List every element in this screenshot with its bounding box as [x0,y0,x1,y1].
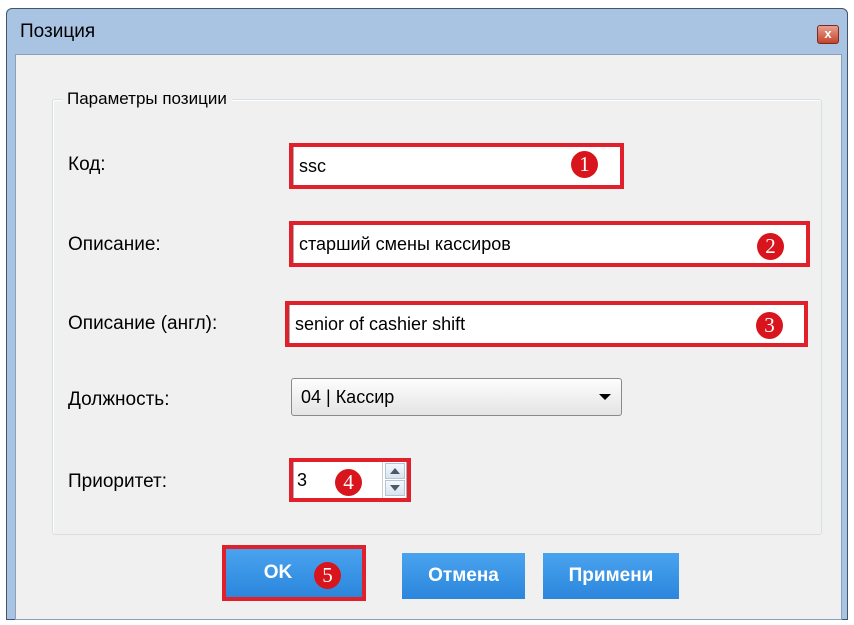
window-title: Позиция [20,21,96,42]
chevron-down-icon[interactable] [599,394,611,400]
callout-badge-4: 4 [335,469,362,496]
priority-label: Приоритет: [68,471,167,492]
position-select-value: 04 | Кассир [301,386,395,407]
callout-badge-2: 2 [757,233,784,260]
apply-button[interactable]: Примени [543,553,679,599]
description-highlight [289,221,810,267]
description-en-highlight [285,301,808,347]
description-label: Описание: [68,234,161,255]
code-label: Код: [68,154,106,175]
group-title: Параметры позиции [62,89,232,109]
callout-badge-3: 3 [756,312,783,339]
close-button[interactable]: x [817,25,839,44]
position-label: Должность: [68,389,170,410]
cancel-button[interactable]: Отмена [402,553,525,599]
position-select[interactable]: 04 | Кассир [291,378,622,416]
callout-badge-1: 1 [571,151,598,178]
ok-highlight [222,545,366,601]
description-en-label: Описание (англ): [68,313,218,334]
callout-badge-5: 5 [314,562,341,589]
